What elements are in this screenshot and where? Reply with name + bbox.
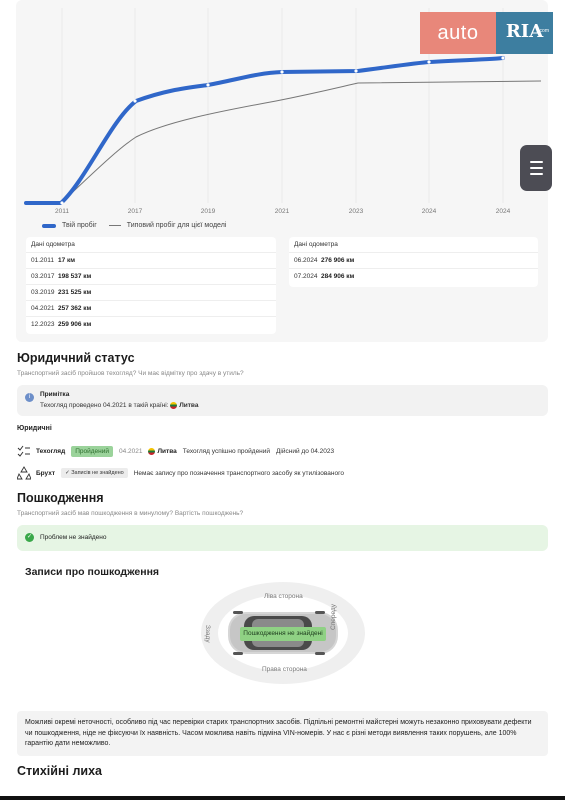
odometer-row: 04.2021 257 362 км [26,301,276,317]
odometer-value: 276 906 км [321,257,355,264]
odometer-table-right: Дані одометра 06.2024 276 906 км 07.2024 2… [289,237,538,287]
odometer-date: 04.2021 [31,305,55,312]
odometer-row: 01.2011 17 км [26,253,276,269]
odometer-header: Дані одометра [26,237,276,253]
odometer-value: 257 362 км [58,305,92,312]
x-tick-label: 2017 [128,208,143,215]
x-tick-label: 2024 [422,208,437,215]
mileage-point [354,69,358,73]
inspection-date: 04.2021 [119,447,143,455]
mileage-point [427,60,431,64]
note-text: Техогляд проведено 04.2021 в такій країн… [40,402,199,410]
mileage-point [206,83,210,87]
bottom-divider [0,796,565,800]
logo-ria: RIA .com [496,12,553,54]
inspection-text: Техогляд успішно пройдений [182,447,271,455]
x-tick-label: 2023 [349,208,364,215]
inspection-country: Литва [157,447,177,455]
odometer-date: 03.2017 [31,273,55,280]
mileage-point [501,56,505,60]
legend-typical-label: Типовий пробіг для цієї моделі [126,222,227,229]
damage-records-title: Записи про пошкодження [25,566,160,578]
legend-typical-swatch [108,225,121,226]
no-problems-text: Проблем не знайдено [40,534,107,541]
legend-yours-label: Твій пробіг [62,222,97,229]
legal-status-subtitle: Транспортний засіб пройшов техогляд? Чи … [17,370,244,377]
legal-note: i Примітка Техогляд проведено 04.2021 в … [17,385,548,416]
note-title: Примітка [40,391,70,398]
odometer-row: 07.2024 284 906 км [289,269,538,285]
hamburger-icon [529,161,543,163]
recycle-icon [17,466,31,480]
mileage-point [280,70,284,74]
odometer-date: 12.2023 [31,321,55,328]
checklist-icon [17,445,30,457]
odometer-header: Дані одометра [289,237,538,253]
menu-button[interactable] [520,145,552,191]
odometer-value: 259 906 км [58,321,92,328]
mileage-point [60,201,64,205]
x-tick-label: 2019 [201,208,216,215]
lithuania-flag-icon [170,402,178,409]
odometer-date: 07.2024 [294,273,318,280]
no-damage-badge: Пошкодження не знайдені [240,627,326,641]
chart-legend: Твій пробіг Типовий пробіг для цієї моде… [42,222,226,229]
damage-title: Пошкодження [17,491,104,505]
scrap-label: Брухт [36,469,56,477]
natural-disasters-title: Стихійні лиха [17,764,102,778]
odometer-value: 198 537 км [58,273,92,280]
your-mileage-line [24,56,505,205]
odometer-value: 17 км [58,257,76,264]
logo-auto: auto [420,12,496,54]
side-rear-label: Ззаду [204,625,211,643]
odometer-date: 06.2024 [294,257,318,264]
inspection-row: Техогляд Пройдений 04.2021 Литва Техогля… [17,444,334,458]
odometer-date: 01.2011 [31,257,55,264]
legal-status-title: Юридичний статус [17,351,135,365]
scrap-text: Немає запису про позначення транспортног… [133,469,344,477]
scrap-row: Брухт ✓ Записів не знайдено Немає запису… [17,466,344,480]
side-front-label: Спереду [330,604,337,630]
check-icon: ✓ [25,533,34,542]
odometer-row: 12.2023 259 906 км [26,317,276,333]
damage-subtitle: Транспортний засіб мав пошкодження в мин… [17,510,244,517]
legal-section-label: Юридичні [17,425,52,432]
info-icon: i [25,393,34,402]
legend-yours-swatch [42,223,56,228]
odometer-row: 06.2024 276 906 км [289,253,538,269]
autoria-logo[interactable]: auto RIA .com [420,12,553,54]
x-tick-label: 2024 [496,208,511,215]
no-problems-box: ✓ Проблем не знайдено [17,525,548,551]
odometer-row: 03.2019 231 525 км [26,285,276,301]
lithuania-flag-icon [147,447,155,455]
x-tick-label: 2021 [275,208,290,215]
odometer-table-left: Дані одометра 01.2011 17 км 03.2017 198 53… [26,237,276,334]
inspection-valid: Дійсний до 04.2023 [276,447,335,455]
side-right-label: Права сторона [262,666,307,673]
odometer-value: 231 525 км [58,289,92,296]
x-tick-label: 2011 [55,208,69,215]
mileage-point [133,99,137,103]
odometer-value: 284 906 км [321,273,355,280]
side-left-label: Ліва сторона [264,593,303,600]
odometer-date: 03.2019 [31,289,55,296]
odometer-row: 03.2017 198 537 км [26,269,276,285]
inspection-status-badge: Пройдений [71,445,113,457]
scrap-status-badge: ✓ Записів не знайдено [61,468,128,478]
inspection-label: Техогляд [36,447,66,455]
damage-disclaimer: Можливі окремі неточності, особливо під … [17,711,548,756]
